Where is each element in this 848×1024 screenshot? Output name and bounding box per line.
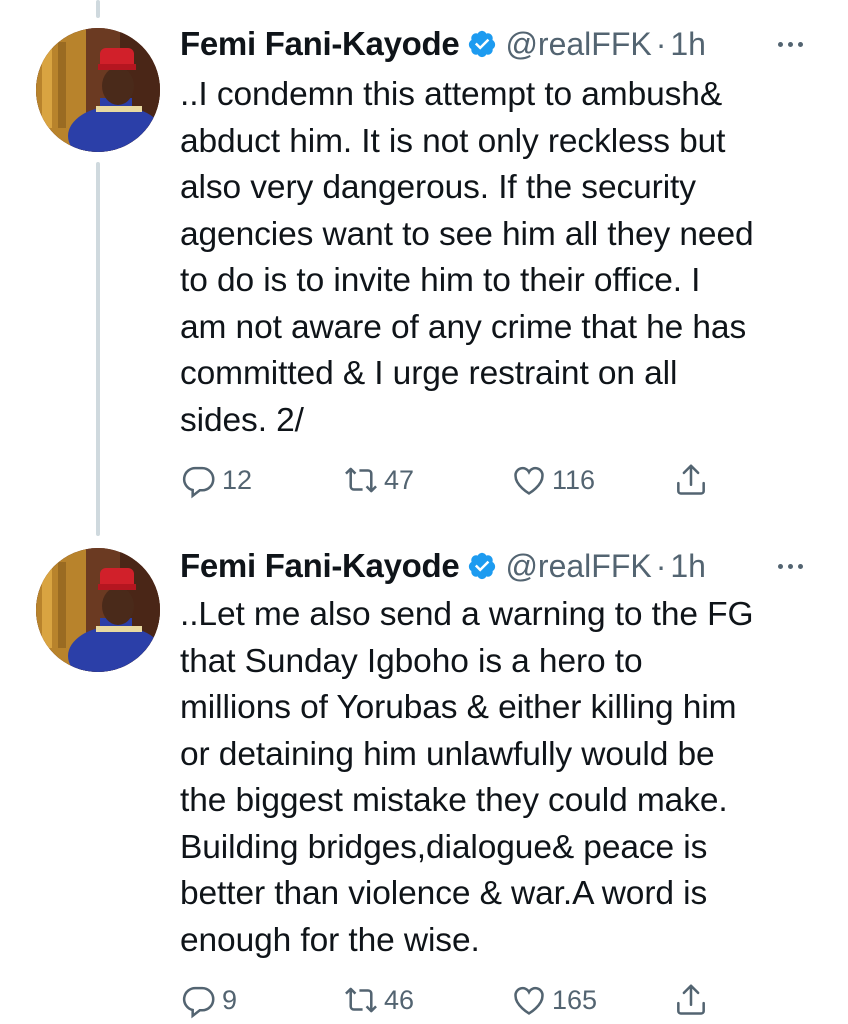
- separator-dot: ·: [655, 25, 667, 62]
- action-bar: 9 46 165: [180, 980, 780, 1020]
- avatar[interactable]: [36, 548, 160, 672]
- like-button[interactable]: 165: [510, 980, 597, 1020]
- retweet-count: 46: [384, 984, 415, 1015]
- reply-count: 9: [222, 984, 238, 1015]
- tweet-text: ..Let me also send a warning to the FG t…: [180, 596, 754, 959]
- like-count: 165: [552, 984, 598, 1015]
- reply-icon: [182, 466, 215, 499]
- share-button[interactable]: [672, 460, 714, 500]
- action-bar: 12 47 116: [180, 460, 780, 500]
- share-button[interactable]: [672, 980, 714, 1020]
- like-icon: [514, 986, 544, 1015]
- like-button[interactable]: 116: [510, 460, 595, 500]
- retweet-icon: [345, 987, 377, 1013]
- timestamp[interactable]: 1h: [670, 26, 706, 63]
- reply-icon: [182, 986, 215, 1019]
- timestamp[interactable]: 1h: [670, 548, 706, 585]
- display-name[interactable]: Femi Fani-Kayode: [180, 25, 460, 63]
- like-count: 116: [552, 464, 596, 495]
- reply-button[interactable]: 12: [180, 460, 252, 500]
- reply-button[interactable]: 9: [180, 980, 237, 1020]
- verified-badge-icon: [469, 552, 496, 580]
- tweet-header: Femi Fani-Kayode @realFFK · 1h: [180, 24, 706, 64]
- tweet[interactable]: Femi Fani-Kayode @realFFK · 1h ..Let me …: [0, 530, 848, 1024]
- verified-badge-icon: [469, 30, 496, 58]
- handle[interactable]: @realFFK: [505, 26, 651, 63]
- handle[interactable]: @realFFK: [505, 548, 651, 585]
- share-icon: [677, 984, 705, 1015]
- retweet-button[interactable]: 46: [342, 980, 414, 1020]
- retweet-button[interactable]: 47: [342, 460, 414, 500]
- more-icon[interactable]: [770, 24, 810, 64]
- separator-dot: ·: [655, 547, 667, 584]
- tweet[interactable]: Femi Fani-Kayode @realFFK · 1h ..I conde…: [0, 0, 848, 530]
- tweet-header: Femi Fani-Kayode @realFFK · 1h: [180, 546, 706, 586]
- tweet-text: ..I condemn this attempt to ambush& abdu…: [180, 76, 754, 439]
- retweet-count: 47: [384, 464, 415, 495]
- avatar[interactable]: [36, 28, 160, 152]
- reply-count: 12: [222, 464, 253, 495]
- display-name[interactable]: Femi Fani-Kayode: [180, 547, 460, 585]
- share-icon: [677, 464, 705, 495]
- like-icon: [514, 466, 544, 495]
- retweet-icon: [345, 467, 377, 493]
- more-icon[interactable]: [770, 546, 810, 586]
